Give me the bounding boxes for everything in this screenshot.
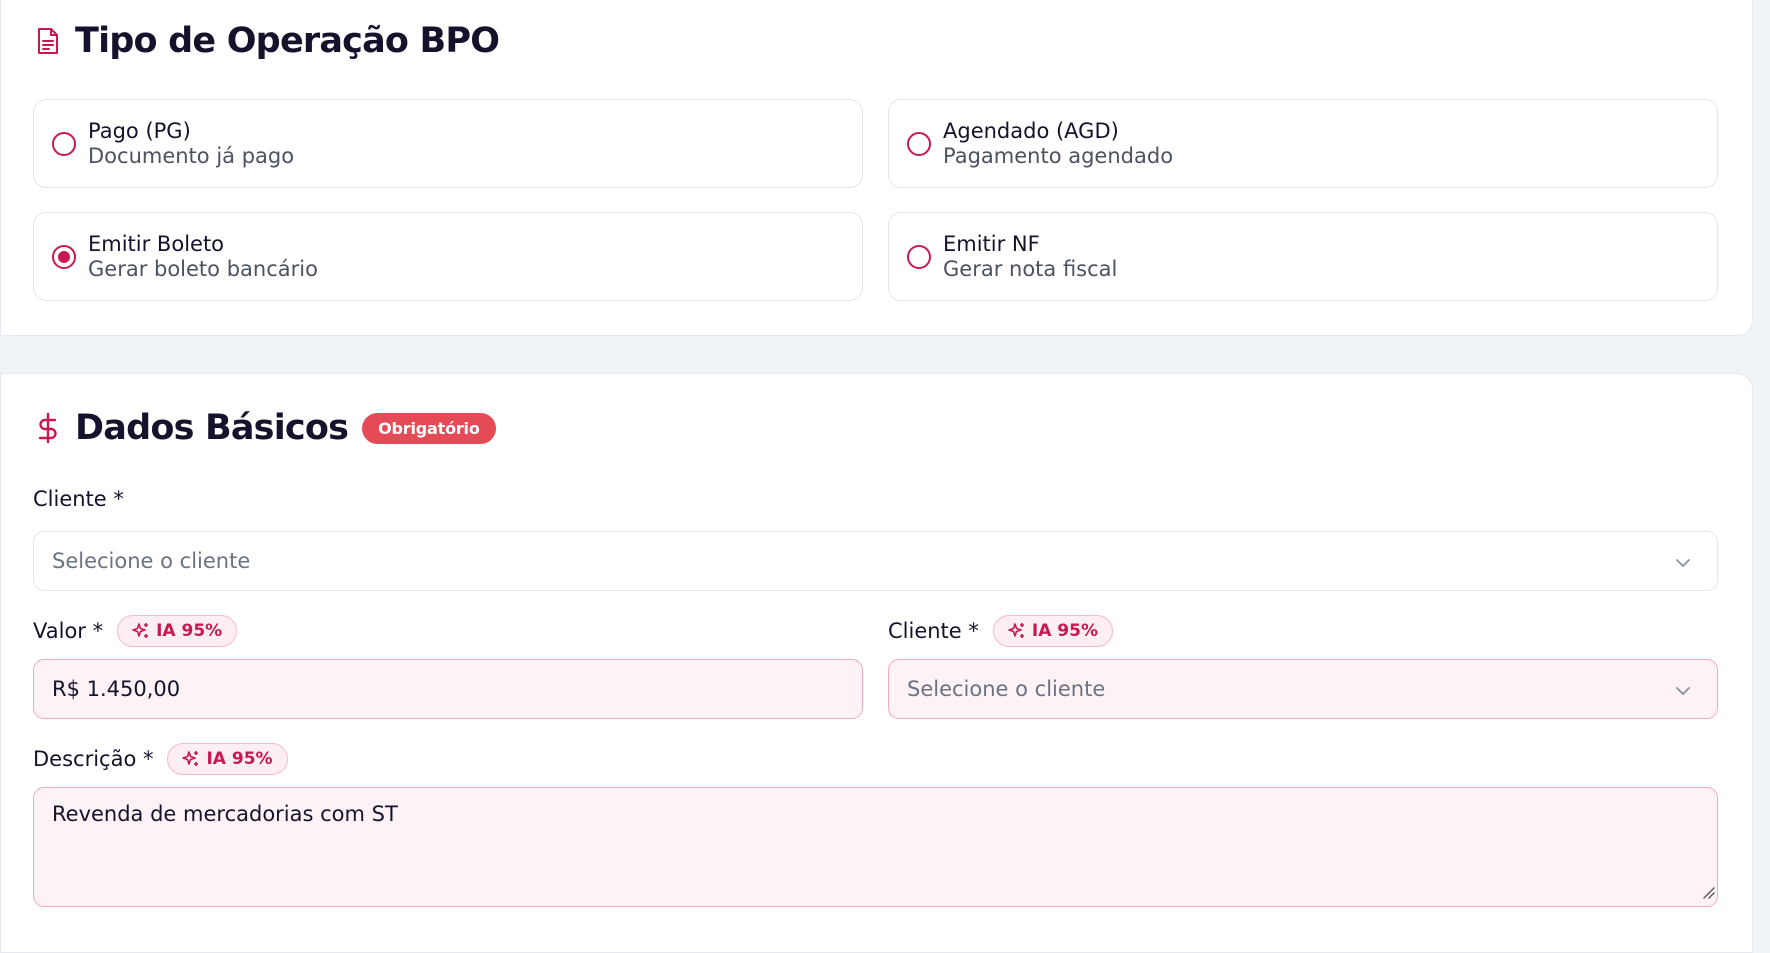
descricao-ai-badge: IA 95%: [167, 743, 288, 775]
valor-value: R$ 1.450,00: [52, 677, 181, 701]
option-emitir-nf-title: Emitir NF: [943, 231, 1040, 256]
descricao-textarea[interactable]: Revenda de mercadorias com ST: [33, 787, 1718, 907]
option-pago-title: Pago (PG): [88, 118, 191, 143]
cliente2-label-row: Cliente * IA 95%: [888, 615, 1113, 647]
radio-emitir-nf[interactable]: [907, 244, 931, 269]
valor-ai-badge: IA 95%: [117, 615, 238, 647]
option-agendado[interactable]: Agendado (AGD) Pagamento agendado: [888, 99, 1718, 188]
operation-type-title: Tipo de Operação BPO: [75, 21, 500, 61]
option-emitir-boleto-subtitle: Gerar boleto bancário: [88, 256, 318, 281]
valor-input[interactable]: R$ 1.450,00: [33, 659, 863, 719]
chevron-down-icon: [1675, 549, 1691, 573]
option-pago-subtitle: Documento já pago: [88, 143, 295, 168]
option-emitir-boleto[interactable]: Emitir Boleto Gerar boleto bancário: [33, 212, 863, 301]
valor-ai-text: IA 95%: [156, 621, 223, 641]
cliente-placeholder: Selecione o cliente: [52, 549, 251, 573]
cliente2-ai-text: IA 95%: [1031, 621, 1098, 641]
cliente-label-row: Cliente *: [33, 487, 124, 511]
radio-agendado[interactable]: [907, 131, 931, 156]
cliente2-label: Cliente *: [888, 619, 979, 643]
option-emitir-nf[interactable]: Emitir NF Gerar nota fiscal: [888, 212, 1718, 301]
basic-data-header: Dados Básicos Obrigatório: [33, 408, 496, 448]
option-emitir-boleto-title: Emitir Boleto: [88, 231, 225, 256]
cliente2-select[interactable]: Selecione o cliente: [888, 659, 1718, 719]
basic-data-card: Dados Básicos Obrigatório Cliente * Sele…: [0, 373, 1753, 953]
radio-selected-dot: [58, 250, 70, 263]
option-agendado-subtitle: Pagamento agendado: [943, 143, 1174, 168]
sparkles-icon: [182, 751, 199, 766]
descricao-label-row: Descrição * IA 95%: [33, 743, 288, 775]
sparkles-icon: [1008, 623, 1024, 638]
descricao-label: Descrição *: [33, 747, 154, 771]
descricao-value: Revenda de mercadorias com ST: [52, 802, 398, 826]
operation-type-card: Tipo de Operação BPO Pago (PG) Documento…: [0, 0, 1753, 336]
basic-data-title: Dados Básicos: [75, 408, 349, 448]
cliente2-placeholder: Selecione o cliente: [907, 677, 1106, 701]
cliente2-ai-badge: IA 95%: [992, 615, 1113, 647]
option-pago[interactable]: Pago (PG) Documento já pago: [33, 99, 863, 188]
sparkles-icon: [132, 623, 149, 638]
dollar-icon: [33, 412, 63, 444]
valor-label: Valor *: [33, 619, 104, 643]
document-icon: [33, 25, 63, 57]
option-emitir-nf-subtitle: Gerar nota fiscal: [943, 256, 1118, 281]
chevron-down-icon: [1675, 677, 1691, 701]
operation-type-header: Tipo de Operação BPO: [33, 21, 500, 61]
cliente-select[interactable]: Selecione o cliente: [33, 531, 1718, 591]
cliente-label: Cliente *: [33, 487, 124, 511]
radio-emitir-boleto[interactable]: [52, 244, 76, 269]
required-badge: Obrigatório: [362, 412, 496, 444]
resize-handle-icon[interactable]: [1701, 880, 1715, 904]
descricao-ai-text: IA 95%: [206, 749, 273, 769]
option-agendado-title: Agendado (AGD): [943, 118, 1119, 143]
radio-pago[interactable]: [52, 131, 76, 156]
valor-label-row: Valor * IA 95%: [33, 615, 238, 647]
